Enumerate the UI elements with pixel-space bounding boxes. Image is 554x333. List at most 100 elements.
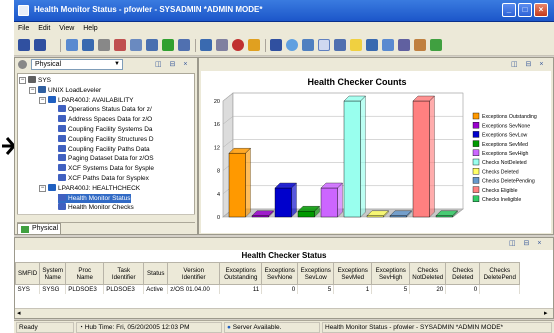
- table-cell: 1: [333, 284, 373, 294]
- maximize-button[interactable]: □: [518, 3, 532, 17]
- tree-node[interactable]: − SYS: [19, 76, 51, 85]
- tree-node[interactable]: Coupling Facility Systems Da: [58, 125, 153, 134]
- perspective-dropdown[interactable]: Physical ▼: [31, 59, 123, 70]
- refresh-icon[interactable]: [162, 39, 174, 51]
- stop-icon[interactable]: [200, 39, 212, 51]
- menu-help[interactable]: Help: [83, 22, 97, 35]
- tree-node-label: Health Monitor Status: [68, 194, 131, 202]
- legend-label: Exceptions SevMed: [482, 142, 528, 148]
- notepad-icon[interactable]: [350, 39, 362, 51]
- column-header[interactable]: Proc Name: [65, 262, 105, 285]
- terminal-icon[interactable]: [398, 39, 410, 51]
- chart-panel-buttons[interactable]: ◫ ⊟ ×: [511, 60, 546, 68]
- perspective-value: Physical: [35, 61, 62, 68]
- bar-chart-icon[interactable]: [302, 39, 314, 51]
- alert-icon[interactable]: [216, 39, 228, 51]
- column-header[interactable]: Exceptions SevHigh: [371, 262, 411, 285]
- scroll-right-icon[interactable]: ▸: [544, 309, 548, 317]
- save-icon[interactable]: [82, 39, 94, 51]
- tab-physical[interactable]: Physical: [17, 223, 61, 235]
- collapse-icon[interactable]: −: [29, 86, 36, 94]
- status-table: SMFID System Name Proc Name Task Identifier Sta…: [15, 262, 521, 294]
- collapse-icon[interactable]: −: [19, 77, 26, 84]
- chart-panel: ◫ ⊟ × Health Checker Counts 0 4 8 12 16 20 Exce…: [198, 57, 554, 235]
- workspace-icon: [58, 105, 66, 113]
- event-console-icon[interactable]: [366, 39, 378, 51]
- forward-icon[interactable]: [34, 39, 46, 51]
- tree-node[interactable]: − UNIX LoadLeveler: [29, 85, 101, 95]
- table-view-icon[interactable]: [270, 39, 282, 51]
- sound-icon[interactable]: [248, 39, 260, 51]
- pie-chart-icon[interactable]: [286, 39, 298, 51]
- tree-node[interactable]: Operations Status Data for z/: [58, 105, 152, 114]
- tree-node[interactable]: Coupling Facility Paths Data: [58, 144, 150, 154]
- table-hscroll[interactable]: ◂ ▸: [15, 308, 553, 318]
- status-ready: Ready: [16, 322, 74, 333]
- hub-time-text: Hub Time: Fri, 05/20/2005 12:03 PM: [84, 324, 190, 331]
- table-cell: z/OS 01.04.00: [167, 284, 221, 294]
- back-icon[interactable]: [18, 39, 30, 51]
- take-action-icon[interactable]: [414, 39, 426, 51]
- minimize-button[interactable]: _: [502, 3, 516, 17]
- table-cell: PLDSOE3: [103, 284, 145, 294]
- bar: [320, 187, 338, 218]
- column-header[interactable]: Task Identifier: [103, 262, 145, 285]
- tree-node[interactable]: − LPAR400J: HEALTHCHECK: [39, 183, 140, 193]
- menu-view[interactable]: View: [59, 22, 74, 35]
- tree-node-selected[interactable]: Health Monitor Status: [58, 193, 131, 203]
- tree-hscroll[interactable]: [17, 214, 195, 222]
- tree-node[interactable]: XCF Systems Data for Sysple: [58, 164, 154, 173]
- column-header[interactable]: Checks Deleted: [445, 262, 481, 285]
- menu-file[interactable]: File: [18, 22, 29, 35]
- table-cell: PLDSOE3: [65, 284, 105, 294]
- column-header[interactable]: SMFID: [15, 262, 41, 285]
- column-header[interactable]: Exceptions SevNone: [261, 262, 299, 285]
- plot-chart-icon[interactable]: [318, 39, 330, 51]
- scroll-left-icon[interactable]: ◂: [17, 309, 21, 317]
- status-panel-buttons[interactable]: ◫ ⊟ ×: [509, 239, 544, 247]
- table-row[interactable]: SYS SYSG PLDSOE3 PLDSOE3 Active z/OS 01.04.00…: [15, 284, 521, 294]
- bar-chart: Health Checker Counts 0 4 8 12 16 20 Exceptions…: [214, 77, 537, 221]
- table-cell: 5: [297, 284, 335, 294]
- properties-icon[interactable]: [98, 39, 110, 51]
- find-icon[interactable]: [178, 39, 190, 51]
- help-icon[interactable]: [146, 39, 158, 51]
- gauge-icon[interactable]: [334, 39, 346, 51]
- tree-node-label: Coupling Facility Paths Data: [68, 145, 150, 153]
- collapse-icon[interactable]: −: [39, 96, 46, 104]
- navigator-panel-buttons[interactable]: ◫ ⊟ ×: [155, 60, 190, 68]
- link-icon[interactable]: [130, 39, 142, 51]
- column-header[interactable]: System Name: [39, 262, 67, 285]
- y-tick-label: 16: [214, 122, 220, 128]
- situation-icon[interactable]: [232, 39, 244, 51]
- column-header[interactable]: Checks NotDeleted: [409, 262, 447, 285]
- column-header[interactable]: Status: [143, 262, 169, 285]
- column-header[interactable]: Exceptions Outstanding: [219, 262, 263, 285]
- menu-edit[interactable]: Edit: [38, 22, 50, 35]
- toolbar-separator: [60, 39, 61, 52]
- tree-node-label: Paging Dataset Data for z/OS: [68, 155, 154, 163]
- collapse-icon[interactable]: −: [39, 184, 46, 192]
- title-bar[interactable]: Health Monitor Status - pfowler - SYSADM…: [14, 0, 554, 22]
- column-header[interactable]: Checks DeletePend: [479, 262, 521, 285]
- edit-icon[interactable]: [430, 39, 442, 51]
- tree-node[interactable]: Paging Dataset Data for z/OS: [58, 154, 154, 163]
- column-header[interactable]: Version Identifier: [167, 262, 221, 285]
- chart-title: Health Checker Counts: [307, 77, 406, 87]
- open-icon[interactable]: [66, 39, 78, 51]
- legend-label: Exceptions Outstanding: [482, 114, 537, 120]
- tree-node[interactable]: Coupling Facility Structures D: [58, 134, 154, 144]
- close-button[interactable]: ×: [534, 3, 548, 17]
- column-header[interactable]: Exceptions SevLow: [297, 262, 335, 285]
- tree-node[interactable]: Health Monitor Checks: [58, 203, 134, 212]
- workspace-icon[interactable]: [114, 39, 126, 51]
- browser-icon[interactable]: [382, 39, 394, 51]
- status-table-wrap: SMFID System Name Proc Name Task Identifier Sta…: [15, 262, 553, 308]
- tree-node[interactable]: − LPAR400J: AVAILABILITY: [39, 95, 134, 105]
- column-header[interactable]: Exceptions SevMed: [333, 262, 373, 285]
- status-panel: ◫ ⊟ × Health Checker Status SMFID System N…: [14, 237, 554, 319]
- tree-node[interactable]: XCF Paths Data for Sysplex: [58, 174, 149, 183]
- table-cell: 20: [409, 284, 447, 294]
- workspace-icon: [58, 144, 66, 152]
- tree-node[interactable]: Address Spaces Data for z/O: [58, 115, 152, 124]
